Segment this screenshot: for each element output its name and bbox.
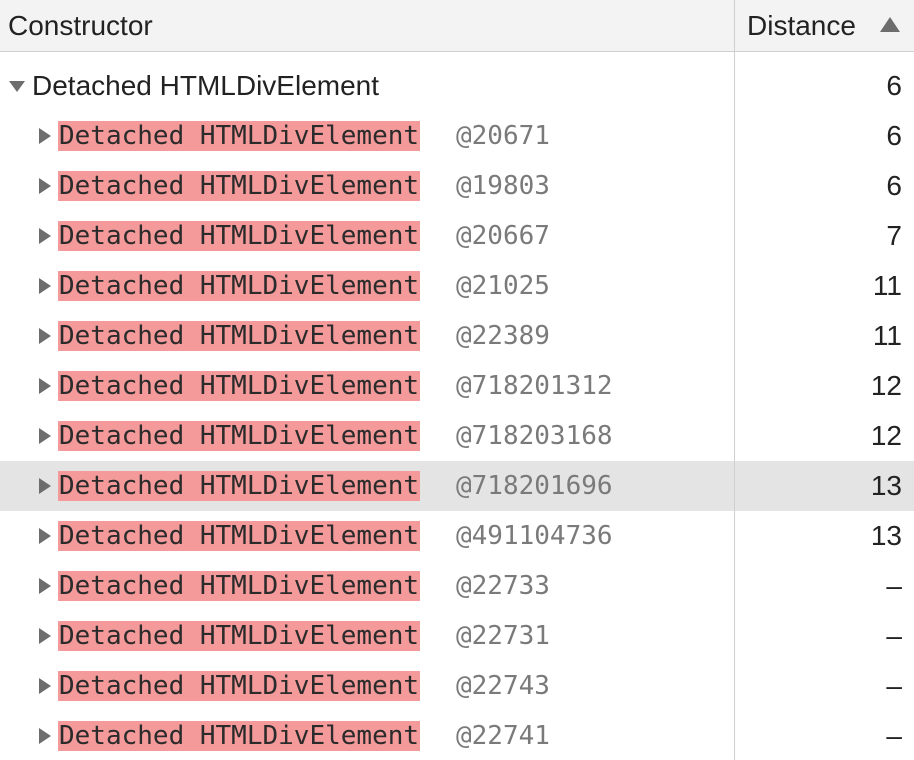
tree-row-child[interactable]: Detached HTMLDivElement @22389 11 (0, 311, 914, 361)
distance-value: – (886, 720, 902, 751)
collapsed-triangle-icon[interactable] (39, 478, 51, 494)
distance-value: 6 (886, 170, 902, 201)
detached-node-label: Detached HTMLDivElement (58, 421, 421, 451)
distance-value: – (886, 570, 902, 601)
collapsed-triangle-icon[interactable] (39, 628, 51, 644)
object-id: @22733 (456, 571, 550, 601)
distance-value: 11 (872, 270, 902, 301)
detached-node-label: Detached HTMLDivElement (58, 621, 421, 651)
collapsed-triangle-icon[interactable] (39, 578, 51, 594)
object-id: @22731 (456, 621, 550, 651)
detached-node-label: Detached HTMLDivElement (58, 521, 421, 551)
object-id: @22741 (456, 721, 550, 751)
tree-row-child[interactable]: Detached HTMLDivElement @718201696 13 (0, 461, 914, 511)
detached-node-label: Detached HTMLDivElement (58, 721, 421, 751)
object-id: @718201312 (456, 371, 613, 401)
distance-value: 12 (870, 370, 902, 401)
detached-node-label: Detached HTMLDivElement (58, 671, 421, 701)
column-header-distance-label: Distance (747, 10, 856, 41)
tree-row-child[interactable]: Detached HTMLDivElement @22733 – (0, 561, 914, 611)
object-id: @22389 (456, 321, 550, 351)
distance-value: 13 (870, 520, 902, 551)
tree-row-child[interactable]: Detached HTMLDivElement @20671 6 (0, 111, 914, 161)
collapsed-triangle-icon[interactable] (39, 228, 51, 244)
object-id: @19803 (456, 171, 550, 201)
grid-header: Constructor Distance (0, 0, 914, 52)
collapsed-triangle-icon[interactable] (39, 128, 51, 144)
grid-body: Detached HTMLDivElement 6 Detached HTMLD… (0, 61, 914, 760)
detached-node-label: Detached HTMLDivElement (58, 271, 421, 301)
collapsed-triangle-icon[interactable] (39, 678, 51, 694)
collapsed-triangle-icon[interactable] (39, 428, 51, 444)
heap-snapshot-grid: Constructor Distance Detached HTMLDivEle… (0, 0, 914, 760)
object-id: @22743 (456, 671, 550, 701)
tree-row-child[interactable]: Detached HTMLDivElement @22741 – (0, 711, 914, 760)
sort-ascending-icon[interactable] (880, 17, 900, 32)
tree-row-child[interactable]: Detached HTMLDivElement @20667 7 (0, 211, 914, 261)
tree-row-child[interactable]: Detached HTMLDivElement @19803 6 (0, 161, 914, 211)
object-id: @20671 (456, 121, 550, 151)
distance-value: 13 (870, 470, 902, 501)
object-id: @20667 (456, 221, 550, 251)
column-header-distance[interactable]: Distance (735, 0, 914, 51)
object-id: @491104736 (456, 521, 613, 551)
tree-row-child[interactable]: Detached HTMLDivElement @22743 – (0, 661, 914, 711)
tree-row-child[interactable]: Detached HTMLDivElement @491104736 13 (0, 511, 914, 561)
detached-node-label: Detached HTMLDivElement (58, 571, 421, 601)
detached-node-label: Detached HTMLDivElement (58, 171, 421, 201)
detached-node-label: Detached HTMLDivElement (58, 471, 421, 501)
tree-row-child[interactable]: Detached HTMLDivElement @718203168 12 (0, 411, 914, 461)
distance-value: 6 (886, 70, 902, 101)
tree-row-child[interactable]: Detached HTMLDivElement @21025 11 (0, 261, 914, 311)
detached-node-label: Detached HTMLDivElement (58, 221, 421, 251)
distance-value: 11 (872, 320, 902, 351)
distance-value: 6 (886, 120, 902, 151)
distance-value: 7 (886, 220, 902, 251)
detached-node-label: Detached HTMLDivElement (58, 371, 421, 401)
constructor-name: Detached HTMLDivElement (32, 70, 380, 101)
collapsed-triangle-icon[interactable] (39, 378, 51, 394)
object-id: @718203168 (456, 421, 613, 451)
object-id: @718201696 (456, 471, 613, 501)
tree-row-parent[interactable]: Detached HTMLDivElement 6 (0, 61, 914, 111)
column-divider[interactable] (734, 0, 735, 760)
collapsed-triangle-icon[interactable] (39, 728, 51, 744)
detached-node-label: Detached HTMLDivElement (58, 121, 421, 151)
distance-value: 12 (870, 420, 902, 451)
distance-value: – (886, 670, 902, 701)
column-header-constructor[interactable]: Constructor (0, 0, 734, 51)
collapsed-triangle-icon[interactable] (39, 528, 51, 544)
collapsed-triangle-icon[interactable] (39, 328, 51, 344)
detached-node-label: Detached HTMLDivElement (58, 321, 421, 351)
object-id: @21025 (456, 271, 550, 301)
collapsed-triangle-icon[interactable] (39, 278, 51, 294)
tree-row-child[interactable]: Detached HTMLDivElement @718201312 12 (0, 361, 914, 411)
tree-row-child[interactable]: Detached HTMLDivElement @22731 – (0, 611, 914, 661)
expand-triangle-icon[interactable] (9, 81, 25, 92)
distance-value: – (886, 620, 902, 651)
child-rows: Detached HTMLDivElement @20671 6 Detached H… (0, 111, 914, 760)
collapsed-triangle-icon[interactable] (39, 178, 51, 194)
